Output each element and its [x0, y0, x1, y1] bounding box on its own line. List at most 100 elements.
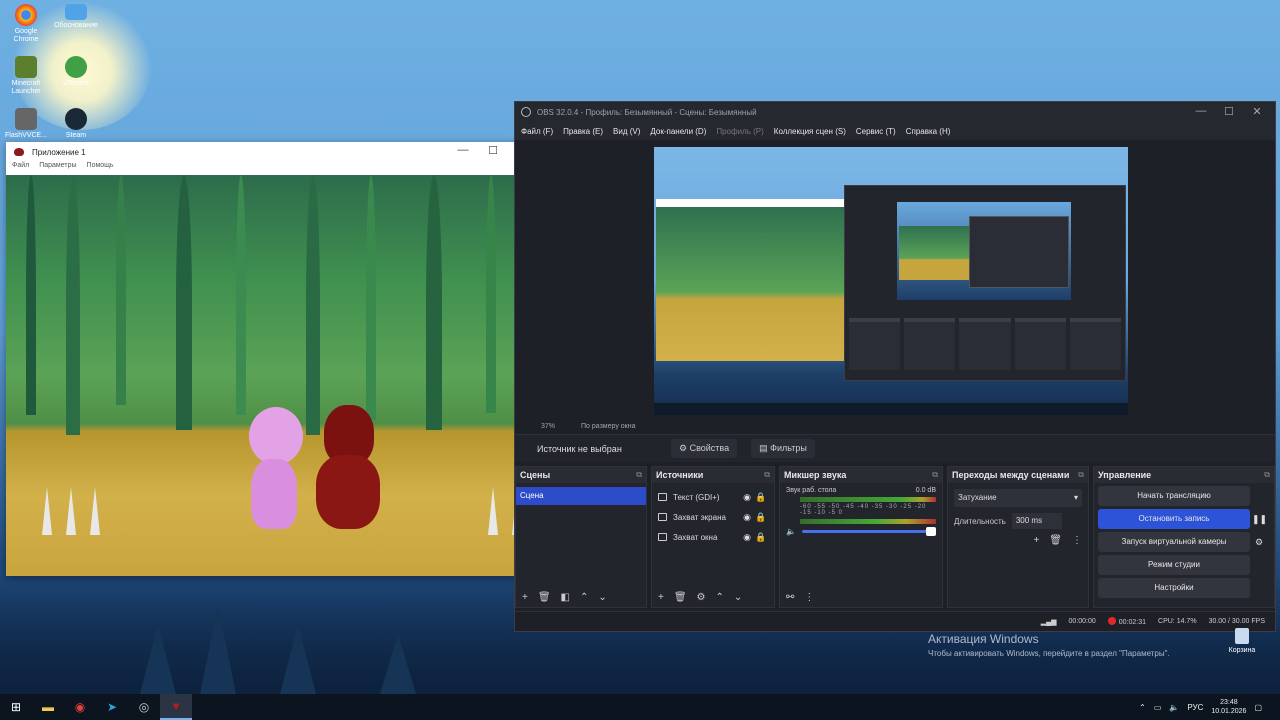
stop-record-button[interactable]: Остановить запись ❚❚ — [1098, 509, 1267, 529]
game-window[interactable]: Приложение 1 — ☐ ✕ Файл Параметры Помощь — [6, 142, 539, 576]
move-up-icon[interactable]: ⌃ — [716, 592, 724, 603]
preview-taskbar — [654, 403, 1128, 415]
filter-icon[interactable]: ◧ — [561, 592, 570, 603]
menu-file[interactable]: Файл — [12, 162, 29, 174]
duration-field[interactable]: 300 ms — [1011, 513, 1062, 529]
obs-window[interactable]: OBS 32.0.4 - Профиль: Безымянный - Сцены… — [514, 101, 1276, 632]
desktop-icon-flash[interactable]: FlashVVCE... — [2, 108, 50, 140]
obs-minimize-button[interactable]: — — [1187, 105, 1215, 117]
obs-preview[interactable] — [654, 147, 1128, 415]
controls-dock: Управление ⧉ Начать трансляцию Остановить… — [1093, 466, 1275, 608]
flash-icon — [15, 108, 37, 130]
dock-popout-icon[interactable]: ⧉ — [764, 470, 770, 480]
maximize-button[interactable]: ☐ — [478, 144, 508, 157]
desktop-icon-chrome[interactable]: Google Chrome — [2, 4, 50, 44]
desktop-icon-folder[interactable]: Обоснование — [52, 4, 100, 30]
source-item[interactable]: Текст (GDI+) ◉ 🔒 — [652, 487, 774, 507]
desktop-icon-steam[interactable]: Steam — [52, 108, 100, 140]
zoom-level[interactable]: 37% — [541, 423, 555, 430]
desktop-icon-recycle-bin[interactable]: Корзина — [1222, 628, 1262, 654]
lock-icon[interactable]: 🔒 — [754, 532, 768, 543]
filters-button[interactable]: ▤ Фильтры — [751, 439, 815, 458]
dock-popout-icon[interactable]: ⧉ — [1078, 470, 1084, 480]
dock-popout-icon[interactable]: ⧉ — [636, 470, 642, 480]
lock-icon[interactable]: 🔒 — [754, 512, 768, 523]
controls-header: Управление — [1098, 470, 1152, 480]
taskbar: ⊞ ▬ ◉ ➤ ◎ ♥ ⌃ ▭ 🔈 РУС 23:48 10.01.2026 ▢ — [0, 694, 1280, 720]
mixer-settings-icon[interactable]: ⚯ — [786, 592, 794, 603]
trash-icon[interactable]: 🗑 — [674, 592, 687, 603]
obs-close-button[interactable]: ✕ — [1243, 105, 1271, 118]
obs-menu-profile[interactable]: Профиль (P) — [716, 127, 763, 136]
add-icon[interactable]: + — [1033, 535, 1039, 546]
obs-menu-file[interactable]: Файл (F) — [521, 127, 553, 136]
trash-icon[interactable]: 🗑 — [1049, 535, 1062, 546]
virtual-camera-button[interactable]: Запуск виртуальной камеры ⚙ — [1098, 532, 1263, 552]
desktop-icon-utorrent[interactable]: uTorrent — [52, 56, 100, 88]
obs-menu-view[interactable]: Вид (V) — [613, 127, 640, 136]
dock-popout-icon[interactable]: ⧉ — [932, 470, 938, 480]
gear-icon[interactable]: ⚙ — [697, 592, 706, 603]
network-icon[interactable]: ▭ — [1154, 703, 1162, 712]
preview-nested-docks — [845, 316, 1125, 372]
settings-button[interactable]: Настройки — [1098, 578, 1250, 598]
visibility-eye-icon[interactable]: ◉ — [740, 492, 754, 503]
sources-toolbar: + 🗑 ⚙ ⌃ ⌄ — [652, 587, 774, 607]
luntik-character — [239, 407, 309, 537]
game-app-icon[interactable]: ♥ — [160, 694, 192, 720]
telegram-icon[interactable]: ➤ — [96, 694, 128, 720]
trash-icon[interactable]: 🗑 — [538, 592, 551, 603]
obs-menu-edit[interactable]: Правка (E) — [563, 127, 603, 136]
scenes-dock: Сцены ⧉ Сцена + 🗑 ◧ ⌃ ⌄ — [515, 466, 647, 608]
volume-slider[interactable] — [801, 527, 936, 536]
menu-params[interactable]: Параметры — [39, 162, 76, 174]
pause-icon[interactable]: ❚❚ — [1252, 511, 1267, 527]
chrome-icon[interactable]: ◉ — [64, 694, 96, 720]
scenes-toolbar: + 🗑 ◧ ⌃ ⌄ — [516, 587, 646, 607]
volume-icon[interactable]: 🔈 — [1169, 703, 1179, 712]
gear-icon[interactable]: ⚙ — [1252, 534, 1266, 550]
visibility-eye-icon[interactable]: ◉ — [740, 532, 754, 543]
minimize-button[interactable]: — — [448, 144, 478, 156]
notifications-icon[interactable]: ▢ — [1254, 703, 1262, 712]
obs-icon[interactable]: ◎ — [128, 694, 160, 720]
move-down-icon[interactable]: ⌄ — [734, 592, 742, 603]
spike — [42, 487, 52, 535]
obs-menu-scene-collection[interactable]: Коллекция сцен (S) — [774, 127, 846, 136]
lock-icon[interactable]: 🔒 — [754, 492, 768, 503]
add-icon[interactable]: + — [522, 592, 528, 603]
visibility-eye-icon[interactable]: ◉ — [740, 512, 754, 523]
start-button[interactable]: ⊞ — [0, 694, 32, 720]
obs-menu-docks[interactable]: Док-панели (D) — [650, 127, 706, 136]
move-up-icon[interactable]: ⌃ — [580, 592, 588, 603]
transition-select[interactable]: Затухание ▾ — [954, 489, 1082, 507]
volume-knob[interactable] — [926, 527, 936, 536]
more-icon[interactable]: ⋮ — [804, 592, 814, 603]
scale-mode[interactable]: По размеру окна — [581, 423, 635, 430]
chevron-up-icon[interactable]: ⌃ — [1139, 703, 1146, 712]
move-down-icon[interactable]: ⌄ — [598, 592, 606, 603]
add-icon[interactable]: + — [658, 592, 664, 603]
clock[interactable]: 23:48 10.01.2026 — [1211, 698, 1246, 716]
game-canvas[interactable] — [6, 175, 539, 576]
source-item[interactable]: Захват экрана ◉ 🔒 — [652, 507, 774, 527]
sources-header: Источники — [656, 470, 704, 480]
file-explorer-icon[interactable]: ▬ — [32, 694, 64, 720]
source-item[interactable]: Захват окна ◉ 🔒 — [652, 527, 774, 547]
grass-blade — [426, 175, 442, 430]
scene-item-selected[interactable]: Сцена — [516, 487, 646, 505]
obs-titlebar[interactable]: OBS 32.0.4 - Профиль: Безымянный - Сцены… — [515, 102, 1275, 122]
start-stream-button[interactable]: Начать трансляцию — [1098, 486, 1250, 506]
speaker-icon[interactable]: 🔈 — [786, 527, 796, 536]
language-indicator[interactable]: РУС — [1187, 703, 1203, 712]
menu-help[interactable]: Помощь — [87, 162, 114, 174]
desktop-icon-minecraft[interactable]: Minecraft Launcher — [2, 56, 50, 96]
obs-menu-tools[interactable]: Сервис (T) — [856, 127, 896, 136]
more-icon[interactable]: ⋮ — [1072, 535, 1082, 546]
obs-maximize-button[interactable]: ☐ — [1215, 105, 1243, 118]
obs-menu-help[interactable]: Справка (H) — [906, 127, 951, 136]
monitor-icon — [658, 513, 667, 521]
studio-mode-button[interactable]: Режим студии — [1098, 555, 1250, 575]
properties-button[interactable]: ⚙ Свойства — [671, 439, 738, 458]
dock-popout-icon[interactable]: ⧉ — [1264, 470, 1270, 480]
